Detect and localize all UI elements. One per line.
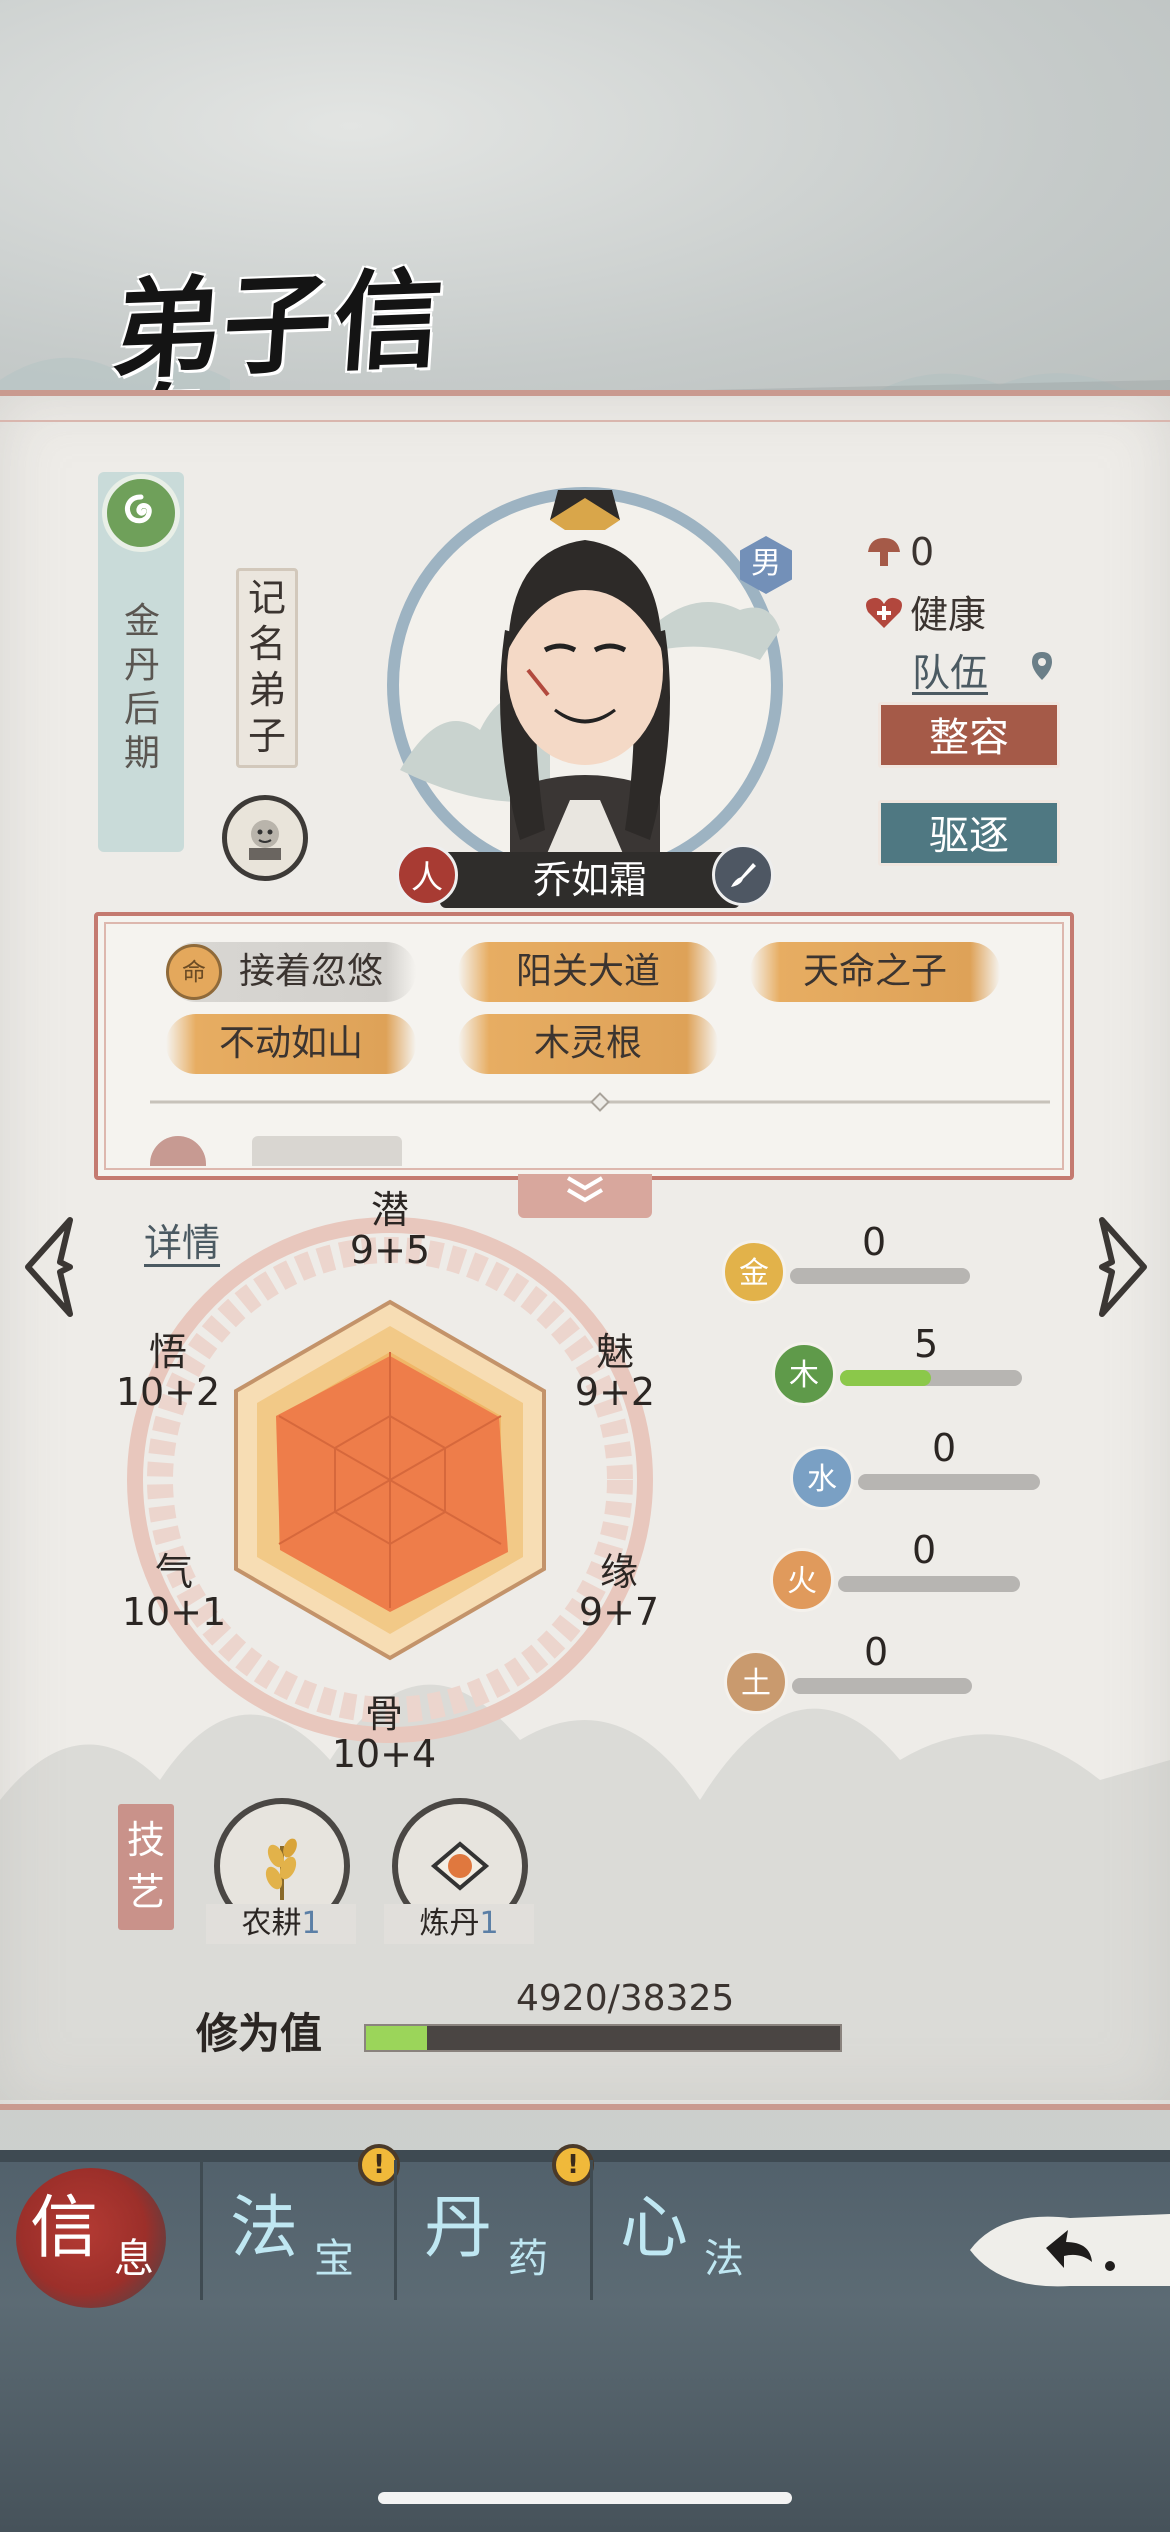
- nav-tab-心[interactable]: 心法: [620, 2170, 810, 2300]
- element-bar: [858, 1474, 1040, 1490]
- skills-label: 技艺: [118, 1804, 174, 1930]
- nav-tab-sublabel: 法: [704, 2236, 744, 2282]
- trait-item[interactable]: 天命之子: [750, 942, 1000, 1002]
- alert-badge-icon: !: [552, 2144, 594, 2186]
- panel-divider: [0, 420, 1170, 422]
- attr-insight: 悟 10+2: [115, 1330, 221, 1414]
- element-value: 0: [932, 1426, 957, 1470]
- cultivation-bar-fill: [366, 2026, 427, 2050]
- fate-icon: 命: [166, 944, 222, 1000]
- nav-tab-label: 信: [30, 2189, 99, 2268]
- spiral-icon: [102, 474, 180, 552]
- nav-tab-label: 法: [230, 2189, 299, 2268]
- element-value: 0: [864, 1630, 889, 1674]
- nav-tab-丹[interactable]: 丹药: [424, 2170, 614, 2300]
- expel-button[interactable]: 驱逐: [878, 800, 1060, 866]
- element-bar: [790, 1268, 970, 1284]
- element-bar: [792, 1678, 972, 1694]
- page-title: 弟子信息: [101, 256, 449, 502]
- alchemy-skill-label: 炼丹1: [384, 1904, 534, 1944]
- element-bar-fill: [840, 1370, 931, 1386]
- stat-count: 0: [910, 530, 935, 574]
- cultivation-value: 4920/38325: [516, 1978, 735, 2019]
- element-icon: 水: [790, 1446, 854, 1510]
- attr-potential: 潜 9+5: [349, 1188, 431, 1272]
- stat-health: 健康: [910, 593, 987, 637]
- element-value: 0: [862, 1220, 887, 1264]
- nav-tab-label: 心: [620, 2189, 689, 2268]
- disciple-rank-label: 记名弟子: [236, 568, 298, 768]
- trait-item[interactable]: 阳关大道: [458, 942, 718, 1002]
- nav-separator: [590, 2160, 593, 2300]
- nav-separator: [200, 2160, 203, 2300]
- statue-icon[interactable]: [222, 795, 308, 881]
- nav-tab-sublabel: 药: [508, 2236, 548, 2282]
- attr-qi: 气 10+1: [121, 1550, 227, 1634]
- element-icon: 土: [724, 1650, 788, 1714]
- cultivation-label: 修为值: [196, 2009, 323, 2058]
- team-link[interactable]: 队伍: [912, 642, 988, 697]
- farming-skill-label: 农耕1: [206, 1904, 356, 1944]
- nav-separator: [394, 2160, 397, 2300]
- health-heart-icon: [866, 597, 902, 628]
- location-pin-icon: [1032, 652, 1052, 680]
- nav-tab-sublabel: 宝: [314, 2236, 354, 2282]
- brush-icon[interactable]: [712, 844, 774, 906]
- back-button[interactable]: [960, 2190, 1170, 2300]
- trait-item[interactable]: 木灵根: [458, 1014, 718, 1074]
- element-icon: 木: [772, 1342, 836, 1406]
- makeover-button[interactable]: 整容: [878, 702, 1060, 768]
- home-indicator[interactable]: [378, 2492, 792, 2504]
- cultivation-bar: [364, 2024, 842, 2052]
- disciple-name[interactable]: 乔如霜: [440, 852, 740, 908]
- nav-tab-信[interactable]: 信息: [30, 2170, 220, 2300]
- attr-bone: 骨 10+4: [331, 1692, 437, 1776]
- element-bar: [838, 1576, 1020, 1592]
- disciple-portrait: [387, 487, 783, 883]
- previous-disciple-arrow-icon[interactable]: [14, 1212, 84, 1322]
- mushroom-icon: [868, 538, 900, 566]
- element-value: 5: [914, 1322, 939, 1366]
- attr-fate: 缘 9+7: [578, 1550, 660, 1634]
- race-icon: 人: [396, 844, 458, 906]
- nav-tab-label: 丹: [424, 2189, 493, 2268]
- attr-charm: 魅 9+2: [574, 1330, 656, 1414]
- realm-label: 金丹后期: [123, 601, 160, 774]
- nav-tab-sublabel: 息: [114, 2236, 154, 2282]
- stat-count-row: 0: [864, 530, 934, 574]
- stat-health-row: 健康: [864, 584, 986, 639]
- trait-scroll-hint: [252, 1136, 402, 1166]
- element-icon: 金: [722, 1240, 786, 1304]
- next-disciple-arrow-icon[interactable]: [1088, 1212, 1158, 1322]
- element-value: 0: [912, 1528, 937, 1572]
- traits-divider: [150, 1092, 1050, 1112]
- nav-tab-法[interactable]: 法宝: [230, 2170, 420, 2300]
- trait-item[interactable]: 不动如山: [166, 1014, 416, 1074]
- element-icon: 火: [770, 1548, 834, 1612]
